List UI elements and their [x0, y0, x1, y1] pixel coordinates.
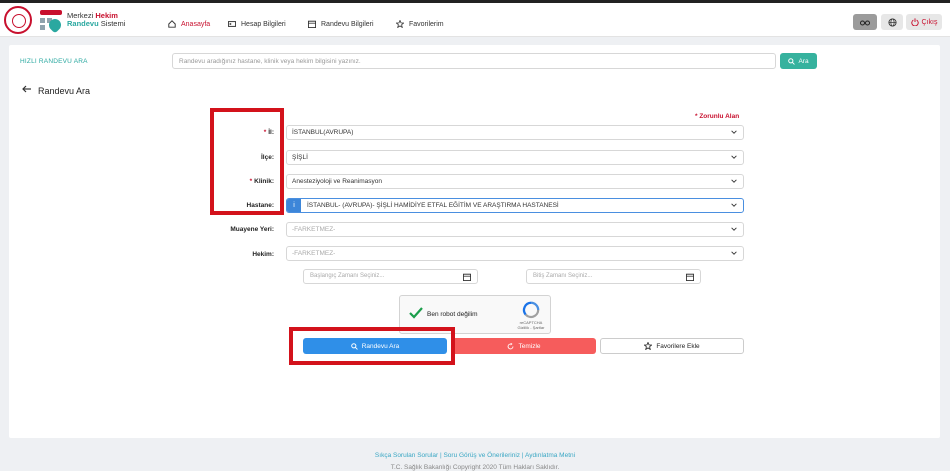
end-date-placeholder: Bitiş Zamanı Seçiniz...	[533, 273, 593, 279]
main-card	[9, 45, 940, 438]
calendar-icon	[463, 273, 471, 281]
quick-search-label: HIZLI RANDEVU ARA	[20, 58, 88, 65]
il-select[interactable]: İSTANBUL(AVRUPA)	[286, 125, 744, 140]
nav-randevu-bilgileri[interactable]: Randevu Bilgileri	[308, 18, 374, 30]
search-icon	[788, 57, 796, 65]
muayene-yeri-label: Muayene Yeri:	[230, 226, 274, 233]
start-date-input[interactable]: Başlangıç Zamanı Seçiniz...	[303, 269, 478, 284]
header: Merkezi Hekim Randevu Sistemi Anasayfa H…	[0, 3, 950, 37]
power-icon	[910, 18, 919, 26]
footer-copyright: T.C. Sağlık Bakanlığı Copyright 2020 Tüm…	[390, 464, 560, 471]
quick-search-input[interactable]: Randevu aradığınız hastane, klinik veya …	[172, 53, 776, 69]
chevron-down-icon	[731, 130, 737, 134]
chevron-down-icon	[731, 251, 737, 255]
logout-label: Çıkış	[921, 18, 938, 26]
chevron-down-icon	[731, 227, 737, 231]
hastane-select-value: İSTANBUL- (AVRUPA)- ŞİŞLİ HAMİDİYE ETFAL…	[307, 202, 559, 209]
logout-button[interactable]: Çıkış	[906, 14, 942, 30]
required-field-note: * Zorunlu Alan	[695, 113, 740, 120]
muayene-yeri-select-value: -FARKETMEZ-	[292, 226, 336, 233]
back-arrow-icon[interactable]	[22, 85, 32, 93]
nav-hesap-bilgileri-label: Hesap Bilgileri	[241, 20, 286, 28]
id-card-icon	[228, 21, 236, 27]
nav-favorilerim-label: Favorilerim	[409, 20, 444, 28]
footer-links[interactable]: Sıkça Sorulan Sorular | Soru Görüş ve Ön…	[0, 452, 950, 459]
calendar-icon	[686, 273, 694, 281]
favorilere-ekle-label: Favorilere Ekle	[656, 342, 700, 350]
nav-favorilerim[interactable]: Favorilerim	[396, 18, 444, 30]
language-button[interactable]	[881, 14, 903, 30]
nav-anasayfa-label: Anasayfa	[181, 20, 211, 28]
quick-search-button[interactable]: Ara	[780, 53, 817, 69]
home-icon	[168, 20, 176, 28]
glasses-icon	[860, 20, 870, 26]
end-date-input[interactable]: Bitiş Zamanı Seçiniz...	[526, 269, 701, 284]
checkmark-icon[interactable]	[408, 305, 424, 321]
il-select-value: İSTANBUL(AVRUPA)	[292, 129, 354, 136]
info-icon: i	[287, 199, 301, 212]
favorilere-ekle-button[interactable]: Favorilere Ekle	[600, 338, 744, 354]
chevron-down-icon	[731, 155, 737, 159]
ilce-select[interactable]: ŞİŞLİ	[286, 150, 744, 165]
nav-hesap-bilgileri[interactable]: Hesap Bilgileri	[228, 18, 286, 30]
hekim-select[interactable]: -FARKETMEZ-	[286, 246, 744, 261]
brand-name: Merkezi Hekim Randevu Sistemi	[67, 11, 126, 28]
muayene-yeri-select[interactable]: -FARKETMEZ-	[286, 222, 744, 237]
nav-randevu-bilgileri-label: Randevu Bilgileri	[321, 20, 374, 28]
ministry-logo	[4, 6, 32, 34]
annotation-box-search-button	[289, 327, 455, 365]
recaptcha-logo-icon	[522, 301, 540, 319]
klinik-select-value: Anesteziyoloji ve Reanimasyon	[292, 178, 382, 185]
ilce-select-value: ŞİŞLİ	[292, 154, 308, 161]
annotation-box-labels	[210, 108, 284, 215]
star-icon	[644, 342, 653, 350]
quick-search-button-label: Ara	[798, 57, 809, 65]
refresh-icon	[508, 342, 514, 349]
recaptcha-label: Ben robot değilim	[427, 311, 478, 318]
mhrs-logo-icon	[40, 10, 64, 34]
recaptcha-brand: reCAPTCHA Gizlilik - Şartlar	[517, 320, 545, 330]
klinik-select[interactable]: Anesteziyoloji ve Reanimasyon	[286, 174, 744, 189]
temizle-label: Temizle	[518, 342, 541, 350]
accessibility-button[interactable]	[853, 14, 877, 30]
nav-anasayfa[interactable]: Anasayfa	[168, 18, 210, 30]
calendar-icon	[308, 20, 316, 28]
hastane-select[interactable]: i İSTANBUL- (AVRUPA)- ŞİŞLİ HAMİDİYE ETF…	[286, 198, 744, 213]
start-date-placeholder: Başlangıç Zamanı Seçiniz...	[310, 273, 385, 279]
temizle-button[interactable]: Temizle	[452, 338, 596, 354]
chevron-down-icon	[731, 179, 737, 183]
chevron-down-icon	[731, 203, 737, 207]
page-title: Randevu Ara	[38, 86, 91, 96]
hekim-label: Hekim:	[252, 251, 274, 258]
hekim-select-value: -FARKETMEZ-	[292, 250, 336, 257]
star-icon	[396, 20, 404, 28]
globe-icon	[887, 17, 897, 27]
